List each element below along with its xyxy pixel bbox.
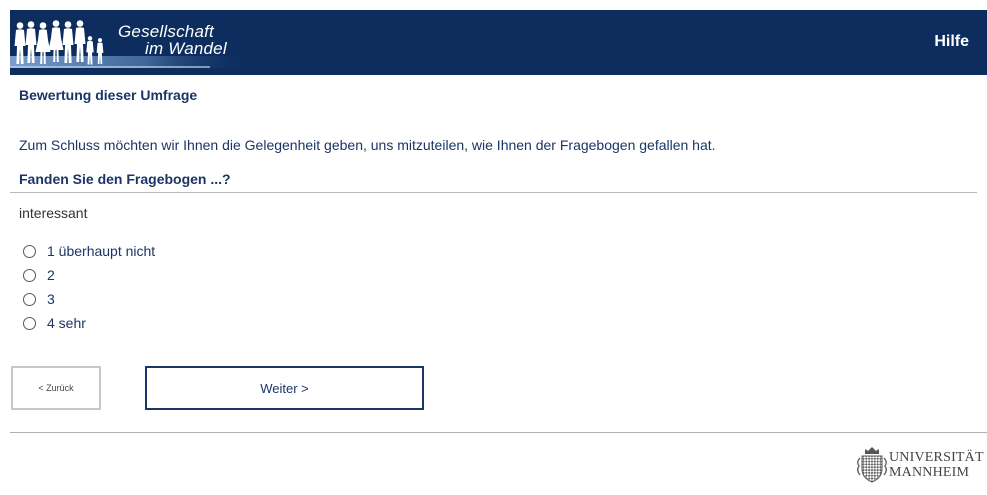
radio-option-3[interactable] <box>23 292 36 306</box>
option-4[interactable]: 4 sehr <box>23 314 86 332</box>
radio-option-4[interactable] <box>23 316 36 330</box>
option-2[interactable]: 2 <box>23 266 55 284</box>
option-1[interactable]: 1 überhaupt nicht <box>23 242 155 260</box>
logo-title-line2: im Wandel <box>145 39 227 58</box>
intro-text: Zum Schluss möchten wir Ihnen die Gelege… <box>19 137 716 153</box>
help-link[interactable]: Hilfe <box>934 33 969 51</box>
option-4-label: 4 sehr <box>47 315 86 331</box>
back-button[interactable]: < Zurück <box>11 366 101 410</box>
next-button[interactable]: Weiter > <box>145 366 424 410</box>
radio-option-2[interactable] <box>23 268 36 282</box>
question-text: Fanden Sie den Fragebogen ...? <box>19 171 231 187</box>
item-label: interessant <box>19 205 88 221</box>
radio-option-1[interactable] <box>23 244 36 258</box>
site-header: Gesellschaft im Wandel Hilfe <box>10 10 987 75</box>
university-name-line2: MANNHEIM <box>889 465 970 480</box>
page-title: Bewertung dieser Umfrage <box>19 87 198 103</box>
option-3[interactable]: 3 <box>23 290 55 308</box>
university-shield-icon <box>857 447 887 483</box>
option-1-label: 1 überhaupt nicht <box>47 243 156 259</box>
option-2-label: 2 <box>47 267 55 283</box>
question-divider <box>10 192 977 193</box>
footer-divider <box>10 432 987 433</box>
option-3-label: 3 <box>47 291 55 307</box>
university-name-line1: UNIVERSITÄT <box>889 450 984 465</box>
